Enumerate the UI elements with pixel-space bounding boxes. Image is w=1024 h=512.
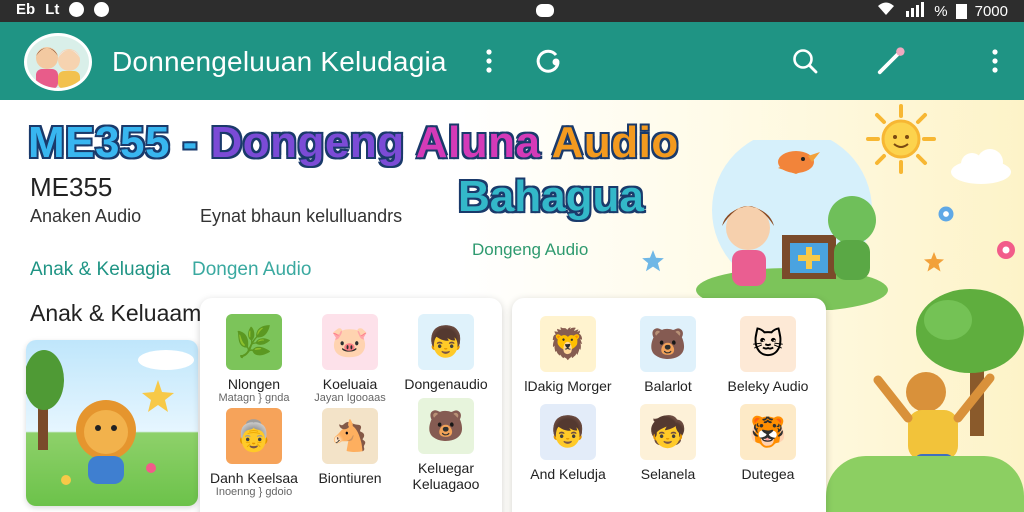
app-title: Donnengeluuan Keludagia [112, 46, 447, 77]
status-icon-2: Lt [45, 1, 60, 18]
brand-title-line2: Bahagua [458, 172, 644, 221]
story-item-label: Koeluaia [322, 376, 378, 392]
story-item[interactable]: 🦁 lDakig Morger [518, 316, 618, 394]
flower-icon [997, 241, 1015, 259]
story-item-sub: Inoenng } gdoio [215, 486, 293, 498]
brand-title: ME355 - Dongeng Aluna Audio [28, 118, 679, 168]
app-code: ME355 [30, 172, 113, 202]
star-icon [924, 252, 944, 272]
story-item[interactable]: 🐻 Balarlot [618, 316, 718, 394]
avatar[interactable] [24, 33, 92, 91]
story-item[interactable]: 🐻 Keluegar Keluagaoo [396, 398, 496, 492]
brand-part-audio: Audio [540, 118, 679, 167]
story-item[interactable]: 👦 And Keludja [518, 404, 618, 482]
battery-icon [955, 3, 967, 19]
horse-icon: 🐴 [322, 408, 378, 464]
lion-icon: 🦁 [540, 316, 596, 372]
story-item-label: Dutegea [741, 466, 795, 482]
story-item-sub: Keluagaoo [412, 476, 480, 492]
story-item-label: lDakig Morger [524, 378, 612, 394]
section-title: Anak & Keluaam [30, 300, 202, 326]
tiger-icon: 🐯 [740, 404, 796, 460]
boy-icon: 👦 [418, 314, 474, 370]
boy-icon: 👦 [540, 404, 596, 460]
story-item-label: Selanela [640, 466, 696, 482]
bear-icon: 🐻 [640, 316, 696, 372]
featured-story-card[interactable] [26, 340, 198, 506]
wifi-icon [876, 1, 896, 21]
story-item-label: Dongenaudio [404, 376, 488, 392]
story-item[interactable]: 👵 Danh Keelsaa Inoenng } gdoio [204, 408, 304, 499]
story-grid-panel-2: 🦁 lDakig Morger 🐻 Balarlot 🐱 Beleky Audi… [512, 298, 826, 512]
story-item[interactable]: 🐴 Biontiuren [300, 408, 400, 486]
lion-character-icon [26, 350, 194, 485]
notch-icon [536, 4, 554, 17]
category-tag-secondary[interactable]: Dongen Audio [192, 259, 311, 281]
story-item-label: Nlongen [227, 376, 281, 392]
status-icon-1: Eb [16, 1, 36, 18]
subtitle-right: Eynat bhaun kelulluandrs [200, 206, 403, 226]
battery-percent: % [934, 2, 948, 20]
more-vert-icon[interactable] [474, 46, 504, 76]
bird-icon [778, 151, 820, 173]
status-bar: Eb Lt % 7000 [0, 0, 1024, 22]
subtitle-left: Anaken Audio [30, 206, 142, 226]
story-item[interactable]: 👦 Dongenaudio [396, 314, 496, 392]
story-item[interactable]: 🐱 Beleky Audio [718, 316, 818, 394]
status-time: 7000 [974, 2, 1008, 20]
story-item-label: Keluegar [417, 460, 475, 476]
story-item[interactable]: 🌿 Nlongen Matagn } gnda [204, 314, 304, 405]
pig-icon: 🐷 [322, 314, 378, 370]
cat-icon: 🐱 [740, 316, 796, 372]
bear-icon: 🐻 [418, 398, 474, 454]
brand-part-dongeng: Dongeng [210, 118, 405, 167]
story-item[interactable]: 🐷 Koeluaia Jayan Igooaas [300, 314, 400, 405]
signal-icon [904, 1, 926, 21]
story-item-label: Biontiuren [318, 470, 382, 486]
clock-icon [94, 2, 110, 17]
star-icon [642, 250, 664, 272]
brand-part-code: ME355 [28, 118, 170, 167]
story-item[interactable]: 🧒 Selanela [618, 404, 718, 482]
overflow-menu-icon[interactable] [980, 46, 1010, 76]
app-bar: Donnengeluuan Keludagia [0, 22, 1024, 100]
brand-part-dash: - [169, 118, 211, 167]
flower-icon [938, 206, 954, 222]
status-left-icons: Eb Lt [16, 1, 110, 18]
grass-decoration [826, 456, 1024, 512]
story-item-label: And Keludja [530, 466, 606, 482]
grandma-icon: 👵 [226, 408, 282, 464]
leaf-icon: 🌿 [226, 314, 282, 370]
heart-icon [69, 2, 85, 17]
category-tag-primary[interactable]: Anak & Keluagia [30, 259, 171, 281]
story-item-sub: Matagn } gnda [218, 392, 290, 404]
refresh-icon[interactable] [534, 46, 564, 76]
story-item-label: Danh Keelsaa [210, 470, 298, 486]
story-item-sub: Jayan Igooaas [314, 392, 386, 404]
cloud-icon [951, 149, 1011, 184]
edit-icon[interactable] [876, 46, 906, 76]
search-icon[interactable] [790, 46, 820, 76]
accent-label: Dongeng Audio [472, 240, 589, 259]
story-item-label: Beleky Audio [727, 378, 809, 394]
story-grid-panel-1: 🌿 Nlongen Matagn } gnda 🐷 Koeluaia Jayan… [200, 298, 502, 512]
story-item-label: Balarlot [644, 378, 692, 394]
child-icon: 🧒 [640, 404, 696, 460]
brand-part-aluna: Aluna [404, 118, 541, 167]
status-right-icons: % 7000 [876, 1, 1008, 21]
story-item[interactable]: 🐯 Dutegea [718, 404, 818, 482]
